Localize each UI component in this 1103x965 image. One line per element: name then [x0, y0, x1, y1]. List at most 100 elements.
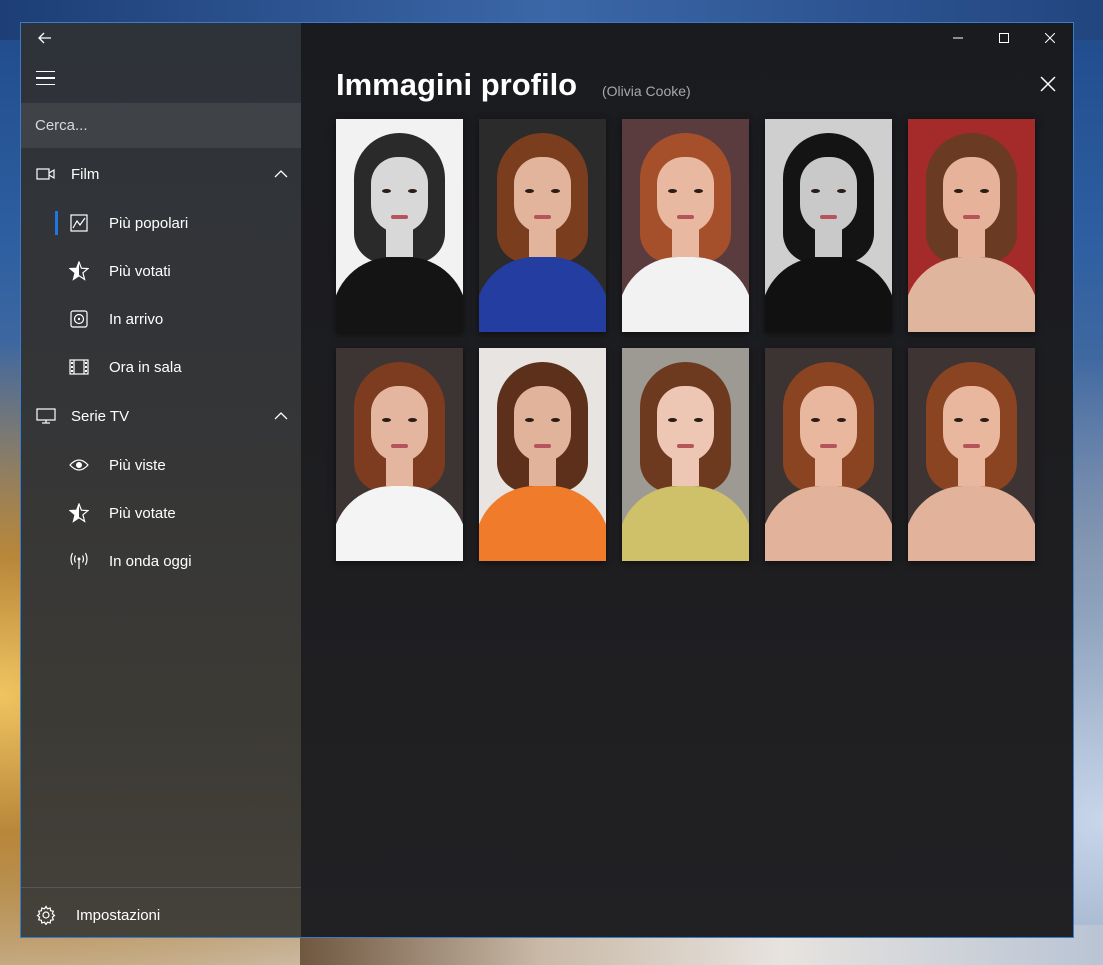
- nav-group-serie-tv[interactable]: Serie TV: [21, 392, 301, 440]
- portrait-eye: [811, 189, 820, 193]
- settings-button[interactable]: Impostazioni: [21, 891, 301, 937]
- portrait-mouth: [963, 215, 980, 219]
- close-window-button[interactable]: [1027, 23, 1073, 53]
- nav-group-label: Film: [71, 165, 100, 183]
- page-subtitle: (Olivia Cooke): [602, 83, 691, 99]
- portrait-eye: [980, 189, 989, 193]
- portrait-eye: [811, 418, 820, 422]
- portrait-face: [657, 157, 714, 233]
- star-icon: [69, 503, 89, 523]
- portrait-eye: [382, 189, 391, 193]
- portrait-eye: [382, 418, 391, 422]
- star-icon: [69, 261, 89, 281]
- chevron-up-icon: [274, 412, 288, 420]
- portrait-eye: [954, 418, 963, 422]
- app-window: Film Più popolari: [20, 22, 1074, 938]
- portrait-mouth: [391, 215, 408, 219]
- profile-image-thumbnail[interactable]: [479, 348, 606, 561]
- portrait-eye: [694, 189, 703, 193]
- nav-item-piu-popolari[interactable]: Più popolari: [21, 199, 301, 247]
- portrait-face: [657, 386, 714, 462]
- chevron-up-icon: [274, 170, 288, 178]
- gear-icon: [36, 905, 56, 925]
- close-icon: [1040, 76, 1056, 92]
- portrait-eye: [694, 418, 703, 422]
- nav-item-label: Più votate: [109, 504, 176, 522]
- portrait-shoulders: [622, 257, 749, 332]
- portrait-mouth: [534, 444, 551, 448]
- portrait-face: [514, 157, 571, 233]
- nav-item-label: Ora in sala: [109, 358, 182, 376]
- page-title: Immagini profilo: [336, 67, 578, 102]
- portrait-face: [943, 386, 1000, 462]
- tv-monitor-icon: [36, 408, 56, 424]
- portrait-shoulders: [765, 486, 892, 561]
- video-camera-icon: [36, 168, 55, 180]
- maximize-icon: [999, 33, 1009, 43]
- navigation-pane: Film Più popolari: [21, 23, 301, 937]
- content-pane: Immagini profilo (Olivia Cooke): [301, 23, 1073, 937]
- portrait-eye: [551, 418, 560, 422]
- portrait-face: [514, 386, 571, 462]
- broadcast-antenna-icon: [70, 552, 88, 569]
- portrait-eye: [837, 418, 846, 422]
- close-panel-button[interactable]: [1033, 69, 1063, 99]
- portrait-eye: [668, 189, 677, 193]
- portrait-shoulders: [908, 486, 1035, 561]
- portrait-face: [371, 157, 428, 233]
- maximize-button[interactable]: [981, 23, 1027, 53]
- profile-image-thumbnail[interactable]: [765, 119, 892, 332]
- nav-item-label: In onda oggi: [109, 552, 192, 570]
- nav-item-label: Più viste: [109, 456, 166, 474]
- settings-label: Impostazioni: [76, 906, 161, 924]
- portrait-face: [800, 386, 857, 462]
- nav-item-in-onda-oggi[interactable]: In onda oggi: [21, 537, 301, 585]
- nav-item-piu-votate[interactable]: Più votate: [21, 489, 301, 537]
- portrait-eye: [408, 418, 417, 422]
- portrait-shoulders: [765, 257, 892, 332]
- portrait-eye: [668, 418, 677, 422]
- profile-image-thumbnail[interactable]: [622, 119, 749, 332]
- portrait-mouth: [963, 444, 980, 448]
- portrait-mouth: [677, 444, 694, 448]
- nav-group-label: Serie TV: [71, 407, 130, 425]
- portrait-eye: [980, 418, 989, 422]
- upcoming-disc-icon: [70, 310, 88, 328]
- portrait-eye: [551, 189, 560, 193]
- profile-image-thumbnail[interactable]: [765, 348, 892, 561]
- minimize-button[interactable]: [935, 23, 981, 53]
- profile-image-thumbnail[interactable]: [336, 348, 463, 561]
- profile-image-thumbnail[interactable]: [622, 348, 749, 561]
- profile-image-grid: [336, 119, 1035, 561]
- back-arrow-icon: [38, 32, 51, 44]
- portrait-mouth: [534, 215, 551, 219]
- film-strip-icon: [69, 359, 89, 375]
- portrait-eye: [525, 418, 534, 422]
- nav-item-piu-votati[interactable]: Più votati: [21, 247, 301, 295]
- portrait-shoulders: [479, 486, 606, 561]
- portrait-shoulders: [908, 257, 1035, 332]
- hamburger-menu-button[interactable]: [27, 63, 63, 93]
- profile-image-thumbnail[interactable]: [908, 348, 1035, 561]
- portrait-mouth: [391, 444, 408, 448]
- portrait-eye: [408, 189, 417, 193]
- profile-image-thumbnail[interactable]: [336, 119, 463, 332]
- profile-image-thumbnail[interactable]: [479, 119, 606, 332]
- nav-item-label: Più votati: [109, 262, 171, 280]
- portrait-eye: [525, 189, 534, 193]
- portrait-mouth: [820, 444, 837, 448]
- hamburger-icon: [35, 68, 55, 88]
- back-button[interactable]: [27, 23, 63, 53]
- profile-image-thumbnail[interactable]: [908, 119, 1035, 332]
- search-input[interactable]: [21, 103, 301, 148]
- portrait-shoulders: [622, 486, 749, 561]
- nav-item-label: In arrivo: [109, 310, 164, 328]
- portrait-mouth: [677, 215, 694, 219]
- nav-item-in-arrivo[interactable]: In arrivo: [21, 295, 301, 343]
- nav-group-film[interactable]: Film: [21, 150, 301, 198]
- sidebar-divider: [21, 887, 301, 888]
- portrait-face: [371, 386, 428, 462]
- portrait-mouth: [820, 215, 837, 219]
- nav-item-piu-viste[interactable]: Più viste: [21, 441, 301, 489]
- nav-item-ora-in-sala[interactable]: Ora in sala: [21, 343, 301, 391]
